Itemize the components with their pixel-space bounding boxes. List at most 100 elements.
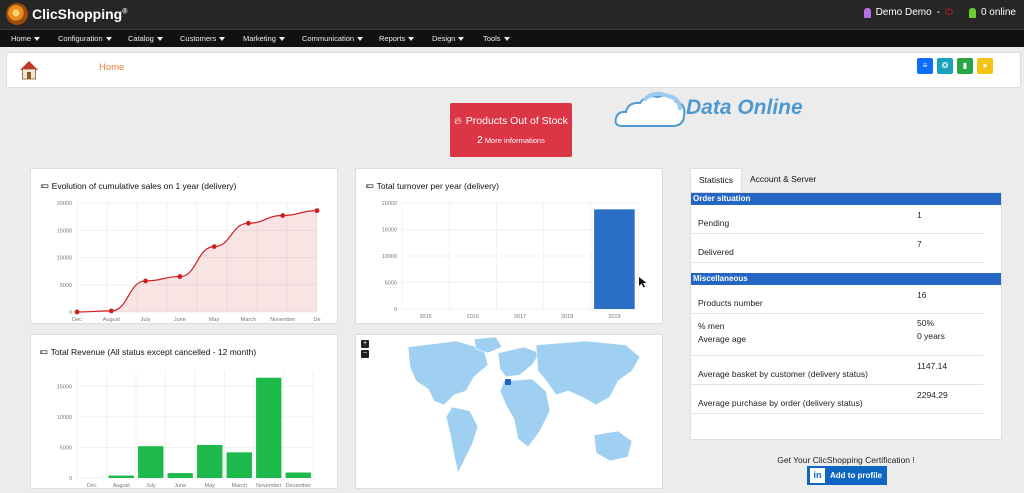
map-region-af[interactable] xyxy=(499,378,551,448)
breadcrumb-home-link[interactable]: Home xyxy=(99,62,124,73)
x-tick-label: March xyxy=(232,483,247,489)
data-online-logo: Data Online xyxy=(614,88,824,132)
tab-statistics[interactable]: Statistics xyxy=(690,168,743,192)
map-region-au[interactable] xyxy=(593,430,633,462)
total-revenue-chart: 15000 10000 5000 0 Dec August July June May March… xyxy=(57,371,314,489)
world-map[interactable] xyxy=(356,335,664,490)
x-tick-label: Dec xyxy=(72,317,82,323)
tab-account-server[interactable]: Account & Server xyxy=(742,168,824,192)
map-region-sa[interactable] xyxy=(445,406,479,474)
stat-label-age: Average age xyxy=(698,334,747,344)
stat-label: Delivered xyxy=(698,247,734,257)
caret-down-icon xyxy=(408,36,415,41)
bar[interactable] xyxy=(256,377,282,478)
stat-label: Average basket by customer (delivery sta… xyxy=(698,369,868,379)
list-button[interactable]: ≡ xyxy=(917,58,933,74)
turnover-chart: 20000 15000 10000 5000 0 2015 2016 2017 2018 2019 xyxy=(382,201,647,320)
menu-design[interactable]: Design xyxy=(432,30,483,47)
data-point[interactable] xyxy=(74,309,80,315)
stat-value: 16 xyxy=(917,290,927,300)
miscellaneous-heading: Miscellaneous xyxy=(691,273,1001,285)
data-point[interactable] xyxy=(246,220,251,226)
x-tick-label: 2016 xyxy=(467,314,479,320)
bar[interactable] xyxy=(285,472,311,478)
data-point[interactable] xyxy=(108,308,114,314)
stats-tabs: Statistics Account & Server xyxy=(690,168,1002,192)
x-tick-label: July xyxy=(141,317,151,323)
stats-body: Order situation Pending 1 Delivered 7 Mi… xyxy=(690,192,1002,440)
data-point[interactable] xyxy=(143,278,148,284)
stat-value: 7 xyxy=(917,239,922,249)
stock-count: 2 xyxy=(477,135,483,146)
online-count[interactable]: 0 online xyxy=(981,7,1016,18)
add-to-profile-label: Add to profile xyxy=(830,471,882,480)
data-point[interactable] xyxy=(177,274,183,279)
main-menu: Home Configuration Catalog Customers Mar… xyxy=(0,29,1024,47)
map-highlight-region[interactable] xyxy=(505,379,511,385)
user-name[interactable]: Demo Demo xyxy=(876,7,932,18)
bar[interactable] xyxy=(594,209,635,309)
cumulative-sales-chart: 20000 15000 10000 5000 0Dec August July June May… xyxy=(57,201,321,323)
menu-tools[interactable]: Tools xyxy=(483,30,523,47)
x-tick-label: June xyxy=(174,483,186,489)
add-to-profile-button[interactable]: in Add to profile xyxy=(807,466,887,485)
data-point[interactable] xyxy=(211,244,217,249)
data-online-text: Data Online xyxy=(686,96,803,119)
certification-text: Get Your ClicShopping Certification ! xyxy=(777,455,915,465)
power-icon[interactable]: ⏻ xyxy=(945,7,953,18)
info-icon: ❂ xyxy=(941,61,949,70)
y-tick-label: 5000 xyxy=(385,281,397,287)
bar[interactable] xyxy=(167,473,193,478)
menu-label: Marketing xyxy=(243,34,276,43)
more-informations-link[interactable]: More informations xyxy=(485,136,545,145)
caret-down-icon xyxy=(278,36,285,41)
home-icon[interactable] xyxy=(19,59,39,81)
y-tick-label: 15000 xyxy=(382,228,397,234)
map-region-eu[interactable] xyxy=(497,346,541,378)
menu-label: Tools xyxy=(483,34,501,43)
bar[interactable] xyxy=(226,452,252,478)
statistics-panel: Statistics Account & Server Order situat… xyxy=(690,168,1002,440)
x-tick-label: 2015 xyxy=(419,314,431,320)
zoom-in-button[interactable]: + xyxy=(361,340,369,348)
info-button[interactable]: ❂ xyxy=(937,58,953,74)
menu-label: Reports xyxy=(379,34,406,43)
cumulative-sales-card: 💵︎ Evolution of cumulative sales on 1 yea… xyxy=(30,168,338,324)
menu-reports[interactable]: Reports xyxy=(379,30,432,47)
y-tick-label: 5000 xyxy=(60,283,72,289)
stat-label: Pending xyxy=(698,218,730,228)
map-region-as[interactable] xyxy=(535,340,641,406)
map-region-na[interactable] xyxy=(407,340,489,406)
bookmark-button[interactable]: ▮ xyxy=(957,58,973,74)
products-out-of-stock-card[interactable]: 🔥︎ Products Out of Stock 2 More informat… xyxy=(450,103,572,157)
bar[interactable] xyxy=(108,475,134,478)
stat-row-men-age: % men Average age 50% 0 years xyxy=(691,314,983,356)
caret-down-icon xyxy=(105,36,112,41)
stat-value-age: 0 years xyxy=(917,331,945,341)
x-tick-label: May xyxy=(209,317,220,323)
menu-catalog[interactable]: Catalog xyxy=(128,30,180,47)
header-actions: ≡ ❂ ▮ ● xyxy=(917,58,993,74)
user-button[interactable]: ● xyxy=(977,58,993,74)
stat-value: 2294.29 xyxy=(917,390,948,400)
y-tick-label: 15000 xyxy=(57,228,72,234)
y-tick-label: 5000 xyxy=(60,445,72,451)
user-icon xyxy=(863,7,871,18)
x-tick-label: May xyxy=(205,483,216,489)
linkedin-icon: in xyxy=(810,468,825,483)
stat-label-men: % men xyxy=(698,321,725,331)
menu-marketing[interactable]: Marketing xyxy=(243,30,302,47)
menu-home[interactable]: Home xyxy=(11,30,58,47)
caret-down-icon xyxy=(156,36,163,41)
user-icon: ● xyxy=(982,61,988,70)
menu-communication[interactable]: Communication xyxy=(302,30,379,47)
cloud-icon xyxy=(614,91,686,127)
data-point[interactable] xyxy=(314,208,320,214)
menu-configuration[interactable]: Configuration xyxy=(58,30,128,47)
app-logo[interactable]: ClicShopping® xyxy=(6,3,127,25)
zoom-out-button[interactable]: − xyxy=(361,350,369,358)
bar[interactable] xyxy=(197,444,223,478)
data-point[interactable] xyxy=(280,213,286,218)
bar[interactable] xyxy=(138,446,164,478)
menu-customers[interactable]: Customers xyxy=(180,30,243,47)
